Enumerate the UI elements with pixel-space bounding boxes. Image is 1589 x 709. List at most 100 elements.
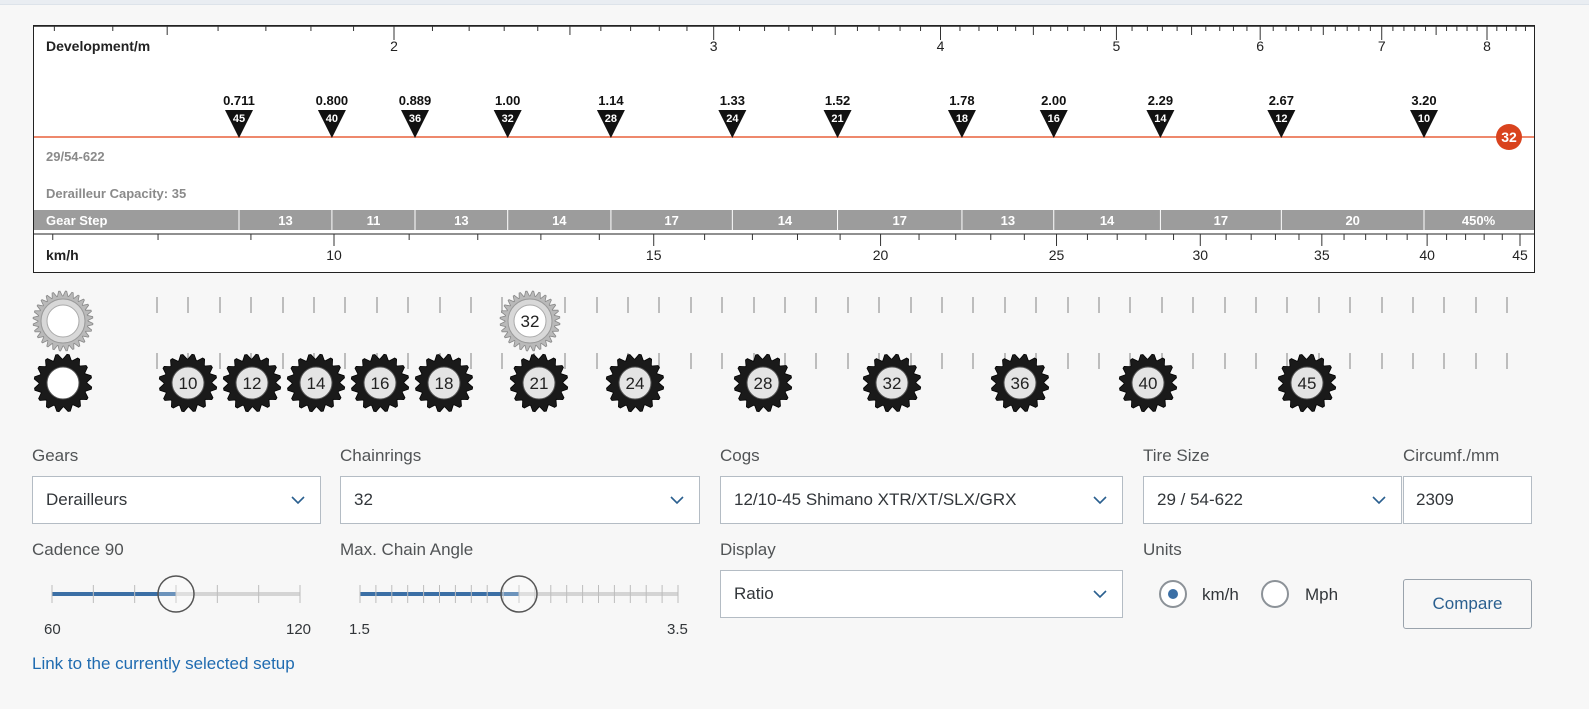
cog-marker-ratio: 1.14: [598, 93, 624, 108]
display-select[interactable]: Ratio: [720, 570, 1123, 618]
tire-size-label: Tire Size: [1143, 446, 1210, 465]
chainring-small-icon: [32, 290, 94, 352]
cog-guide-dash: [1317, 297, 1320, 313]
derailleur-capacity: Derailleur Capacity: 35: [46, 186, 186, 201]
cog-guide-dash: [1192, 353, 1195, 369]
cadence-slider[interactable]: [42, 573, 312, 615]
gear-label: 16: [371, 374, 390, 393]
cog-guide-dash: [1412, 297, 1414, 313]
cog-guide-dash: [501, 353, 504, 369]
cog-guide-dash: [1223, 353, 1226, 369]
gears-select-value: Derailleurs: [46, 490, 128, 509]
cog-guide-dash: [1380, 353, 1383, 369]
cog-guide-dash: [250, 297, 253, 313]
unit-kmh-label[interactable]: km/h: [1202, 585, 1239, 605]
cog-guide-dash: [1223, 297, 1226, 313]
cog-marker-teeth: 28: [605, 113, 617, 125]
cog-marker-ratio: 1.52: [825, 93, 850, 108]
chainrings-select[interactable]: 32: [340, 476, 700, 524]
cog-guide-dash: [281, 297, 284, 313]
gear-step-value: 14: [552, 213, 567, 228]
chain-angle-min: 1.5: [349, 621, 370, 638]
cog-guide-dash: [941, 353, 943, 369]
gear-step-value: 20: [1345, 213, 1359, 228]
gear-step-value: 14: [1100, 213, 1115, 228]
cog-marker-ratio: 2.67: [1269, 93, 1294, 108]
gear-step-label: Gear Step: [46, 213, 107, 228]
tire-info: 29/54-622: [46, 149, 105, 164]
cog-guide-dash: [972, 353, 975, 369]
gear-label: 32: [521, 312, 540, 331]
cog-14-icon: 14: [286, 353, 346, 413]
cog-marker-teeth: 12: [1275, 113, 1287, 125]
cog-marker-ratio: 1.78: [949, 93, 974, 108]
gear-label: 10: [179, 374, 198, 393]
chevron-down-icon: [1093, 496, 1107, 505]
cog-45-icon: 45: [1277, 353, 1337, 413]
cog-guide-dash: [407, 297, 410, 313]
cadence-min: 60: [44, 621, 61, 638]
compare-button[interactable]: Compare: [1403, 579, 1532, 629]
cog-guide-dash: [375, 297, 378, 313]
cog-guide-dash: [846, 297, 849, 313]
cog-guide-dash: [846, 353, 849, 369]
tire-size-select-value: 29 / 54-622: [1157, 490, 1244, 509]
slider-handle[interactable]: [157, 575, 195, 613]
cogs-select-value: 12/10-45 Shimano XTR/XT/SLX/GRX: [734, 490, 1017, 509]
cog-guide-dash: [784, 297, 786, 313]
unit-mph-label[interactable]: Mph: [1305, 585, 1338, 605]
gear-hole: [46, 304, 80, 338]
cog-guide-dash: [1349, 297, 1352, 313]
chain-angle-label: Max. Chain Angle: [340, 540, 474, 559]
unit-kmh-radio[interactable]: [1159, 580, 1187, 608]
cog-21-icon: 21: [509, 353, 569, 413]
cog-marker-teeth: 32: [502, 113, 514, 125]
cog-guide-dash: [1160, 297, 1163, 313]
chain-angle-slider[interactable]: [350, 573, 690, 615]
slider-handle[interactable]: [500, 575, 538, 613]
cog-guide-dash: [1255, 353, 1257, 369]
cog-guide-dash: [156, 297, 158, 313]
unit-mph-radio[interactable]: [1261, 580, 1289, 608]
circumference-input[interactable]: 2309: [1403, 476, 1532, 524]
cog-hub-icon: [33, 353, 93, 413]
gears-select[interactable]: Derailleurs: [32, 476, 321, 524]
cog-guide-dash: [1506, 297, 1509, 313]
cadence-max: 120: [286, 621, 312, 638]
display-select-value: Ratio: [734, 584, 774, 603]
cog-guide-dash: [1474, 297, 1477, 313]
cogs-select[interactable]: 12/10-45 Shimano XTR/XT/SLX/GRX: [720, 476, 1123, 524]
speed-tick-label: 10: [326, 247, 342, 263]
cog-guide-dash: [815, 297, 818, 313]
gear-step-value: 11: [367, 213, 381, 228]
dev-tick-label: 7: [1378, 38, 1386, 54]
cog-marker-teeth: 16: [1048, 113, 1060, 125]
cog-marker-teeth: 10: [1418, 113, 1430, 125]
units-label: Units: [1143, 540, 1182, 559]
gear-label: 21: [530, 374, 549, 393]
gear-label: 45: [1298, 374, 1317, 393]
cog-40-icon: 40: [1118, 353, 1178, 413]
cog-guide-dash: [564, 297, 567, 313]
cog-guide-dash: [187, 297, 190, 313]
dev-tick-label: 2: [390, 38, 398, 54]
cog-guide-dash: [1412, 353, 1414, 369]
cog-guide-dash: [218, 353, 221, 369]
cog-guide-dash: [1098, 297, 1100, 313]
dev-tick-label: 3: [710, 38, 718, 54]
cog-16-icon: 16: [350, 353, 410, 413]
dev-tick-label: 5: [1113, 38, 1121, 54]
gear-step-value: 17: [1214, 213, 1228, 228]
cog-guide-dash: [941, 297, 943, 313]
dev-tick-label: 6: [1256, 38, 1264, 54]
gear-step-value: 13: [454, 213, 468, 228]
gear-label: 40: [1139, 374, 1158, 393]
cog-marker-teeth: 21: [831, 113, 843, 125]
setup-link[interactable]: Link to the currently selected setup: [32, 654, 295, 674]
tire-size-select[interactable]: 29 / 54-622: [1143, 476, 1402, 524]
cog-guide-dash: [1255, 297, 1257, 313]
speed-tick-label: 40: [1419, 247, 1435, 263]
cog-marker-ratio: 0.889: [399, 93, 432, 108]
chevron-down-icon: [291, 496, 305, 505]
cog-guide-dash: [218, 297, 221, 313]
